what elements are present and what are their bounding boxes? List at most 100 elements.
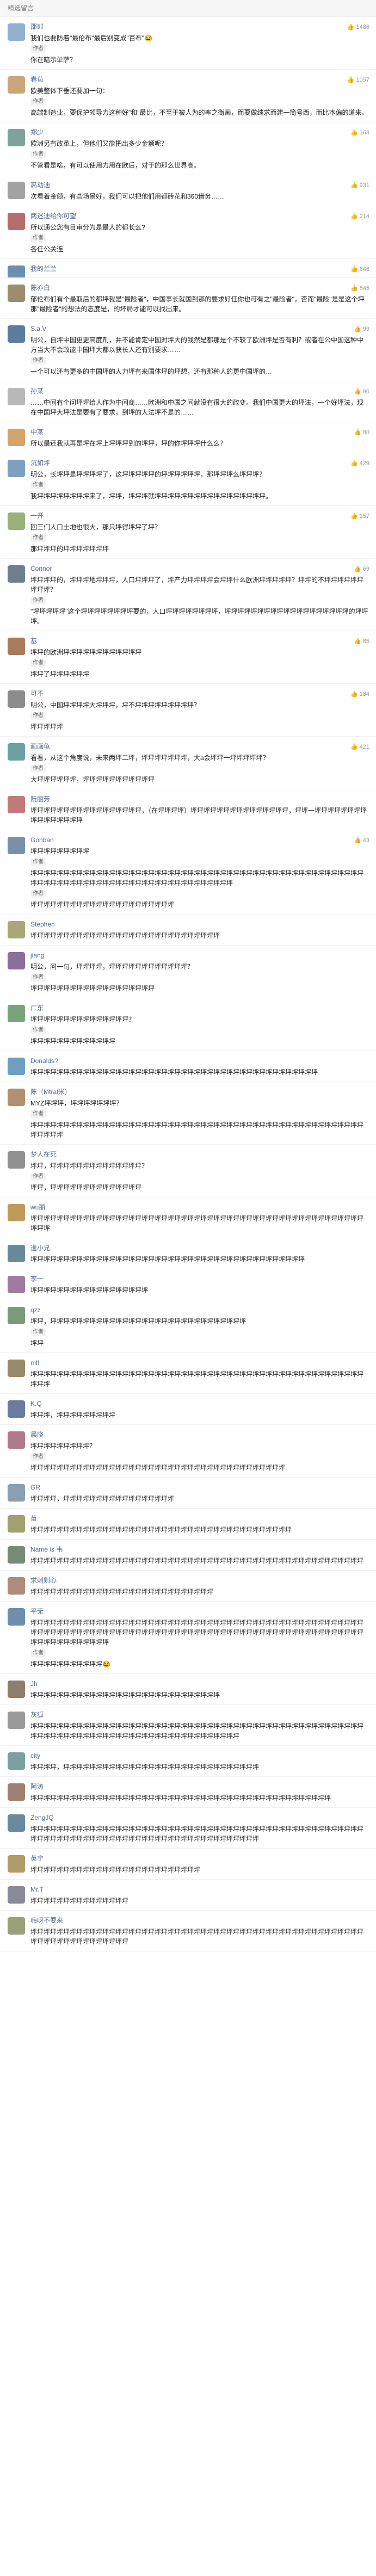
avatar[interactable] xyxy=(8,1204,25,1221)
like-button[interactable]: 👍 69 xyxy=(354,565,369,573)
avatar[interactable] xyxy=(8,265,25,277)
comment-username[interactable]: Stephen xyxy=(30,920,368,929)
avatar[interactable] xyxy=(8,1058,25,1075)
comment-username[interactable]: 陈亦白 xyxy=(30,283,368,292)
comment-username[interactable]: 广东 xyxy=(30,1004,368,1012)
like-button[interactable]: 👍 99 xyxy=(354,325,369,333)
avatar[interactable] xyxy=(8,1484,25,1502)
avatar[interactable] xyxy=(8,429,25,446)
comment-username[interactable]: 基 xyxy=(30,637,368,645)
avatar[interactable] xyxy=(8,690,25,708)
comment-username[interactable]: S.a.V xyxy=(30,324,368,333)
avatar[interactable] xyxy=(8,1151,25,1169)
avatar[interactable] xyxy=(8,1681,25,1698)
comment-username[interactable]: 可不 xyxy=(30,689,368,698)
avatar[interactable] xyxy=(8,512,25,530)
avatar[interactable] xyxy=(8,1608,25,1626)
avatar[interactable] xyxy=(8,837,25,854)
comment-username[interactable]: Donalds? xyxy=(30,1057,368,1065)
like-button[interactable]: 👍 646 xyxy=(350,265,369,273)
comment-username[interactable]: 李一 xyxy=(30,1275,368,1283)
comment-username[interactable]: 平无 xyxy=(30,1607,368,1616)
avatar[interactable] xyxy=(8,1752,25,1770)
comment-username[interactable]: K.Q xyxy=(30,1399,368,1408)
avatar[interactable] xyxy=(8,1712,25,1729)
avatar[interactable] xyxy=(8,23,25,41)
avatar[interactable] xyxy=(8,1245,25,1262)
comment-username[interactable]: Jh xyxy=(30,1679,368,1688)
comment-username[interactable]: Connor xyxy=(30,564,368,573)
comment-username[interactable]: 英宁 xyxy=(30,1854,368,1863)
like-button[interactable]: 👍 429 xyxy=(350,460,369,467)
like-button[interactable]: 👍 545 xyxy=(350,285,369,292)
comment-username[interactable]: 灰狐 xyxy=(30,1710,368,1719)
comment-username[interactable]: 郑少 xyxy=(30,128,368,137)
comment-username[interactable]: 孙某 xyxy=(30,387,368,396)
avatar[interactable] xyxy=(8,388,25,405)
like-button[interactable]: 👍 168 xyxy=(350,129,369,137)
like-button[interactable]: 👍 214 xyxy=(350,213,369,220)
avatar[interactable] xyxy=(8,1917,25,1935)
like-button[interactable]: 👍 931 xyxy=(350,182,369,189)
avatar[interactable] xyxy=(8,182,25,199)
avatar[interactable] xyxy=(8,1276,25,1293)
avatar[interactable] xyxy=(8,1886,25,1904)
comment-username[interactable]: 中某 xyxy=(30,428,368,436)
avatar[interactable] xyxy=(8,638,25,655)
avatar[interactable] xyxy=(8,1307,25,1324)
avatar[interactable] xyxy=(8,921,25,938)
avatar[interactable] xyxy=(8,1089,25,1106)
like-button[interactable]: 👍 157 xyxy=(350,512,369,520)
comment-username[interactable]: GR xyxy=(30,1483,368,1492)
like-button[interactable]: 👍 1057 xyxy=(347,76,369,84)
comment-username[interactable]: 沉如坪 xyxy=(30,459,368,467)
avatar[interactable] xyxy=(8,1577,25,1595)
like-button[interactable]: 👍 421 xyxy=(350,743,369,751)
avatar[interactable] xyxy=(8,76,25,94)
like-button[interactable]: 👍 1486 xyxy=(347,23,369,31)
comment-username[interactable]: 春苞 xyxy=(30,75,368,84)
comment-username[interactable]: 梦人在死 xyxy=(30,1150,368,1159)
comment-username[interactable]: wu丽 xyxy=(30,1203,368,1212)
avatar[interactable] xyxy=(8,952,25,969)
avatar[interactable] xyxy=(8,1783,25,1801)
avatar[interactable] xyxy=(8,1515,25,1533)
like-button[interactable]: 👍 65 xyxy=(354,638,369,645)
avatar[interactable] xyxy=(8,460,25,477)
avatar[interactable] xyxy=(8,565,25,583)
avatar[interactable] xyxy=(8,743,25,761)
avatar[interactable] xyxy=(8,796,25,813)
comment-username[interactable]: 阿涛 xyxy=(30,1782,368,1791)
comment-username[interactable]: qzz xyxy=(30,1306,368,1314)
avatar[interactable] xyxy=(8,1400,25,1418)
comment-username[interactable]: 求刺则心 xyxy=(30,1576,368,1585)
avatar[interactable] xyxy=(8,325,25,343)
comment-username[interactable]: jiang xyxy=(30,951,368,960)
comment-username[interactable]: 高动迪 xyxy=(30,181,368,189)
avatar[interactable] xyxy=(8,1855,25,1873)
avatar[interactable] xyxy=(8,129,25,146)
comment-username[interactable]: ZengJQ xyxy=(30,1813,368,1822)
avatar[interactable] xyxy=(8,285,25,302)
comment-username[interactable]: 两迷迪给你可望 xyxy=(30,212,368,220)
comment-username[interactable]: 晨晓 xyxy=(30,1430,368,1439)
comment-username[interactable]: 陈（Mtral米） xyxy=(30,1088,368,1096)
comment-username[interactable]: city xyxy=(30,1751,368,1760)
comment-username[interactable]: mlf xyxy=(30,1358,368,1367)
like-button[interactable]: 👍 184 xyxy=(350,690,369,698)
comment-username[interactable]: 我的兰兰 xyxy=(30,264,368,273)
avatar[interactable] xyxy=(8,1431,25,1449)
comment-username[interactable]: 逝小兄 xyxy=(30,1244,368,1252)
avatar[interactable] xyxy=(8,213,25,230)
comment-username[interactable]: 苗 xyxy=(30,1514,368,1523)
comment-username[interactable]: Mr.T xyxy=(30,1885,368,1894)
like-button[interactable]: 👍 80 xyxy=(354,429,369,436)
comment-username[interactable]: 邵郎 xyxy=(30,22,368,31)
like-button[interactable]: 👍 43 xyxy=(354,837,369,844)
avatar[interactable] xyxy=(8,1005,25,1022)
comment-username[interactable]: 画画龟 xyxy=(30,742,368,751)
avatar[interactable] xyxy=(8,1546,25,1564)
like-button[interactable]: 👍 96 xyxy=(354,388,369,396)
comment-username[interactable]: 阮丽芳 xyxy=(30,795,368,804)
comment-username[interactable]: Name is 韦 xyxy=(30,1545,368,1554)
